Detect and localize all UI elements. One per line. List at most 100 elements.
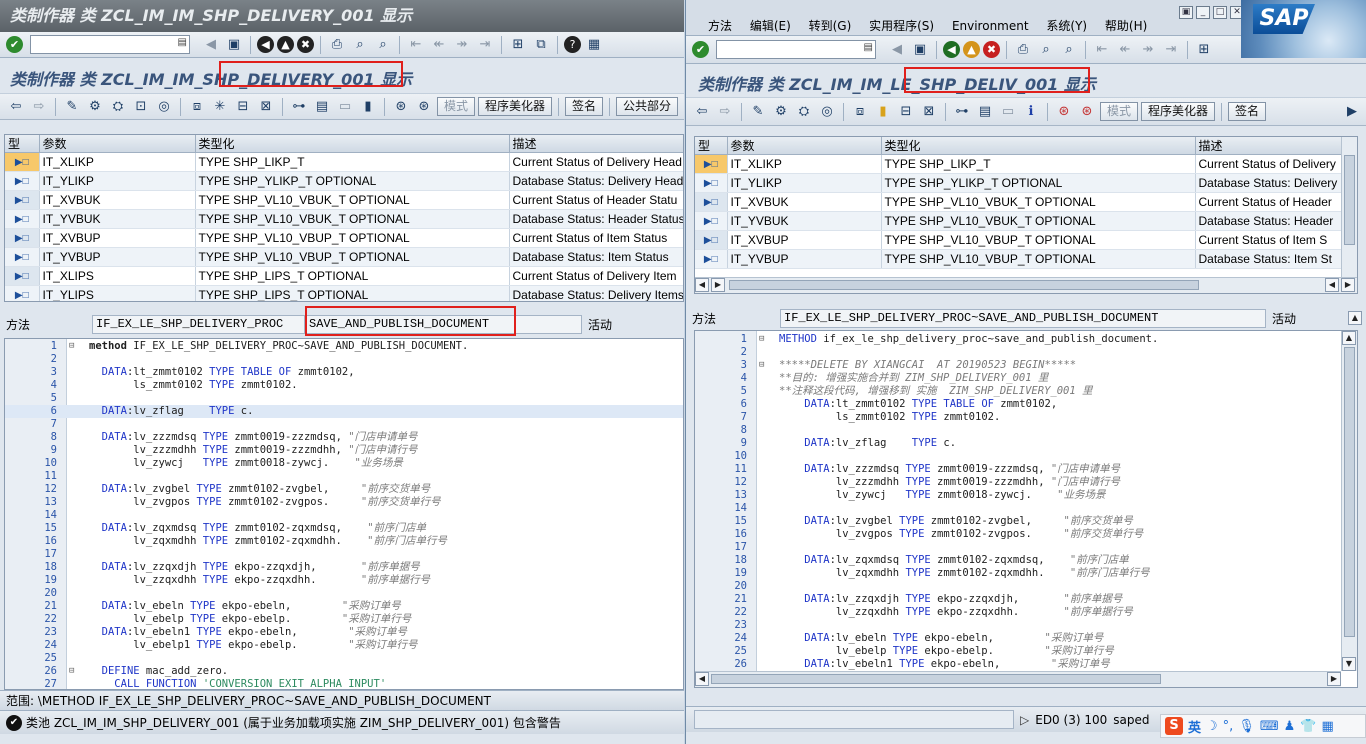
col-type[interactable]: 型	[5, 135, 40, 153]
col-typing[interactable]: 类型化	[195, 135, 510, 153]
code-line[interactable]: 21 DATA:lv_zzqxdjh TYPE ekpo-zzqxdjh, "前…	[695, 593, 1357, 606]
forward-nav-icon[interactable]: ⇨	[29, 97, 49, 117]
scroll-right-icon[interactable]: ▶	[711, 278, 725, 292]
param-typing[interactable]: TYPE SHP_LIPS_T OPTIONAL	[195, 266, 510, 286]
importing-param-icon[interactable]: ▶□	[695, 249, 728, 269]
edit-toggle-icon[interactable]: ✎	[748, 102, 768, 122]
param-name[interactable]: IT_YLIKP	[727, 173, 882, 193]
breakpoint-icon[interactable]: ⊛	[391, 97, 411, 117]
param-typing[interactable]: TYPE SHP_VL10_VBUP_T OPTIONAL	[881, 230, 1196, 250]
param-typing[interactable]: TYPE SHP_VL10_VBUP_T OPTIONAL	[881, 249, 1196, 269]
param-name[interactable]: IT_XLIKP	[39, 152, 196, 172]
code-text[interactable]: DATA:lv_zvgbel TYPE zmmt0102-zvgbel, "前序…	[779, 515, 1133, 528]
command-field[interactable]	[30, 35, 190, 54]
importing-param-icon[interactable]: ▶□	[5, 152, 40, 172]
scroll-left-icon[interactable]: ◀	[695, 278, 709, 292]
public-section-button[interactable]: 公共部分	[616, 97, 679, 116]
hierarchy-icon[interactable]: ⊟	[896, 102, 916, 122]
editor-scroll-up-icon[interactable]: ▲	[1342, 331, 1356, 345]
code-text[interactable]: lv_zywcj TYPE zmmt0018-zywcj. "业务场景	[779, 489, 1106, 502]
tree-icon[interactable]: ⊶	[952, 102, 972, 122]
where-used-icon[interactable]: ◎	[817, 102, 837, 122]
code-text[interactable]: DATA:lv_ebeln1 TYPE ekpo-ebeln, "采购订单号	[89, 626, 407, 639]
session-breakpoint-icon[interactable]: ⊛	[1077, 102, 1097, 122]
signature-button[interactable]: 签名	[1228, 102, 1267, 121]
param-description[interactable]: Database Status: Delivery	[1195, 173, 1357, 193]
code-text[interactable]: DATA:lv_zflag TYPE c.	[779, 437, 956, 450]
param-description[interactable]: Database Status: Item St	[1195, 249, 1357, 269]
code-text[interactable]: METHOD if_ex_le_shp_delivery_proc~save_a…	[779, 333, 1158, 346]
code-line[interactable]: 23 DATA:lv_ebeln1 TYPE ekpo-ebeln, "采购订单…	[5, 626, 683, 639]
fold-icon[interactable]: ⊟	[69, 340, 74, 353]
last-page-icon[interactable]: ⇥	[1161, 40, 1181, 60]
menu-method[interactable]: 方法	[686, 16, 739, 36]
code-text[interactable]: lv_ebelp1 TYPE ekpo-ebelp. "采购订单行号	[89, 639, 417, 652]
editor-scroll-left-icon[interactable]: ◀	[695, 672, 709, 686]
pretty-printer-button[interactable]: 程序美化器	[478, 97, 553, 116]
grid-vertical-scrollbar[interactable]	[1341, 137, 1357, 277]
code-line[interactable]: 1 ⊟ method IF_EX_LE_SHP_DELIVERY_PROC~SAVE…	[5, 340, 683, 353]
code-line[interactable]: 20	[695, 580, 1357, 593]
check-icon[interactable]: ⚙	[771, 102, 791, 122]
table-row[interactable]: ▶□ IT_YLIKP TYPE SHP_YLIKP_T OPTIONAL Datab…	[5, 171, 683, 191]
table-row[interactable]: ▶□ IT_XLIPS TYPE SHP_LIPS_T OPTIONAL Curren…	[5, 266, 683, 286]
new-session-icon[interactable]: ⊞	[1194, 40, 1214, 60]
importing-param-icon[interactable]: ▶□	[5, 247, 40, 267]
sogou-ime-icon[interactable]: S	[1165, 717, 1183, 735]
code-text[interactable]: DATA:lv_zqxmdsq TYPE zmmt0102-zqxmdsq, "…	[89, 522, 426, 535]
code-line[interactable]: 5	[5, 392, 683, 405]
code-line[interactable]: 4 ls_zmmt0102 TYPE zmmt0102.	[5, 379, 683, 392]
editor-horizontal-scrollbar[interactable]: ◀ ▶	[695, 671, 1341, 687]
code-text[interactable]: DATA:lt_zmmt0102 TYPE TABLE OF zmmt0102,	[779, 398, 1057, 411]
param-typing[interactable]: TYPE SHP_LIPS_T OPTIONAL	[195, 285, 510, 301]
table-row[interactable]: ▶□ IT_XLIKP TYPE SHP_LIKP_T Current Status …	[695, 154, 1357, 174]
prev-page-icon[interactable]: ↞	[1115, 40, 1135, 60]
code-line[interactable]: 23	[695, 619, 1357, 632]
where-used-icon[interactable]: ◎	[154, 97, 174, 117]
code-text[interactable]: lv_zqxmdhh TYPE zmmt0102-zqxmdhh. "前序门店单…	[779, 567, 1150, 580]
hierarchy-icon[interactable]: ⊟	[233, 97, 253, 117]
test-icon[interactable]: ⛭	[794, 102, 814, 122]
importing-param-icon[interactable]: ▶□	[5, 190, 40, 210]
code-editor[interactable]: 1 ⊟ METHOD if_ex_le_shp_delivery_proc~save…	[694, 330, 1358, 688]
code-line[interactable]: 20	[5, 587, 683, 600]
table-row[interactable]: ▶□ IT_XVBUK TYPE SHP_VL10_VBUK_T OPTIONAL C…	[695, 192, 1357, 212]
code-line[interactable]: 22 lv_zzqxdhh TYPE ekpo-zzqxdhh. "前序单据行号	[695, 606, 1357, 619]
activate-icon[interactable]: ⊡	[131, 97, 151, 117]
menu-environment[interactable]: Environment	[945, 16, 1036, 36]
status-message[interactable]: 类池 ZCL_IM_IM_SHP_DELIVERY_001 (属于业务加载项实施…	[26, 714, 561, 731]
insert-icon[interactable]: ⊠	[919, 102, 939, 122]
next-page-icon[interactable]: ↠	[452, 35, 472, 55]
code-line[interactable]: 18 DATA:lv_zqxmdsq TYPE zmmt0102-zqxmdsq…	[695, 554, 1357, 567]
param-name[interactable]: IT_XVBUP	[39, 228, 196, 248]
breakpoint-icon[interactable]: ⊛	[1054, 102, 1074, 122]
importing-param-icon[interactable]: ▶□	[695, 230, 728, 250]
session-breakpoint-icon[interactable]: ⊛	[414, 97, 434, 117]
exit-icon[interactable]: ▲	[277, 36, 294, 53]
code-line[interactable]: 1 ⊟ METHOD if_ex_le_shp_delivery_proc~save…	[695, 333, 1357, 346]
code-line[interactable]: 11	[5, 470, 683, 483]
command-field[interactable]	[716, 40, 876, 59]
prev-page-icon[interactable]: ↞	[429, 35, 449, 55]
grid-horizontal-scrollbar[interactable]: ◀ ▶ ◀ ▶	[695, 277, 1357, 293]
editor-vertical-scrollbar[interactable]: ▲ ▼	[1341, 331, 1357, 671]
code-text[interactable]: lv_ebelp TYPE ekpo-ebelp. "采购订单行号	[779, 645, 1114, 658]
test-icon[interactable]: ⛭	[108, 97, 128, 117]
split-icon[interactable]: ▤	[312, 97, 332, 117]
param-description[interactable]: Current Status of Delivery Head	[509, 152, 683, 172]
table-row[interactable]: ▶□ IT_YVBUK TYPE SHP_VL10_VBUK_T OPTIONAL D…	[695, 211, 1357, 231]
code-line[interactable]: 8	[695, 424, 1357, 437]
param-description[interactable]: Current Status of Delivery Item	[509, 266, 683, 286]
exit-icon[interactable]: ▲	[963, 41, 980, 58]
editor-scroll-down-icon[interactable]: ▼	[1342, 657, 1356, 671]
back-icon[interactable]: ◀	[257, 36, 274, 53]
code-line[interactable]: 15 DATA:lv_zqxmdsq TYPE zmmt0102-zqxmdsq…	[5, 522, 683, 535]
code-editor[interactable]: 1 ⊟ method IF_EX_LE_SHP_DELIVERY_PROC~SAVE…	[4, 338, 684, 690]
editor-hscroll-thumb[interactable]	[711, 674, 1161, 684]
param-name[interactable]: IT_YLIPS	[39, 285, 196, 301]
param-name[interactable]: IT_YLIKP	[39, 171, 196, 191]
menu-help[interactable]: 帮助(H)	[1098, 16, 1154, 36]
shortcut-icon[interactable]: ⧉	[531, 35, 551, 55]
table-row[interactable]: ▶□ IT_YVBUP TYPE SHP_VL10_VBUP_T OPTIONAL D…	[695, 249, 1357, 269]
param-name[interactable]: IT_YVBUP	[39, 247, 196, 267]
